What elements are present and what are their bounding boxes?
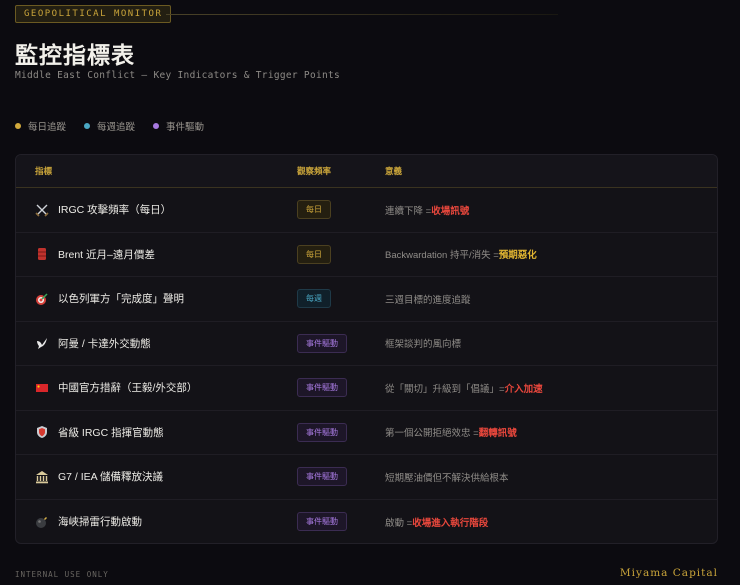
china-flag-icon <box>35 381 49 395</box>
dove-icon <box>35 336 49 350</box>
table-row: 省級 IRGC 指揮官動態 事件驅動 第一個公開拒絕效忠 =翻轉訊號 <box>16 411 717 455</box>
classical-building-icon <box>35 470 49 484</box>
frequency-badge: 每週 <box>297 289 331 309</box>
meaning-highlight: 介入加速 <box>504 383 543 395</box>
frequency-badge: 每日 <box>297 200 331 220</box>
indicator-name: 海峽掃雷行動啟動 <box>58 516 142 529</box>
indicator-name: G7 / IEA 儲備釋放決議 <box>58 471 164 484</box>
meaning-text: Backwardation 持平/消失 = <box>385 250 499 262</box>
legend-item: 每日追蹤 <box>15 119 66 133</box>
legend-item: 事件驅動 <box>153 119 204 133</box>
section-tag: GEOPOLITICAL MONITOR <box>15 5 172 23</box>
meaning-highlight: 收場訊號 <box>431 205 470 217</box>
page-title: 監控指標表 <box>15 42 135 68</box>
indicator-name: 阿曼 / 卡達外交動態 <box>58 337 151 350</box>
footer-note: INTERNAL USE ONLY <box>15 570 109 579</box>
legend-item: 每週追蹤 <box>84 119 135 133</box>
legend: 每日追蹤 每週追蹤 事件驅動 <box>15 119 204 133</box>
meaning-highlight: 預期惡化 <box>498 250 537 262</box>
indicator-name: 中國官方措辭（王毅/外交部） <box>58 382 198 395</box>
table-row: Brent 近月–遠月價差 每日 Backwardation 持平/消失 =預期… <box>16 233 717 277</box>
indicator-name: 以色列軍方「完成度」聲明 <box>58 293 184 306</box>
table-row: 海峽掃雷行動啟動 事件驅動 啟動 =收場進入執行階段 <box>16 500 717 544</box>
frequency-badge: 事件驅動 <box>297 422 347 442</box>
table-row: 阿曼 / 卡達外交動態 事件驅動 框架談判的風向標 <box>16 322 717 366</box>
frequency-badge: 事件驅動 <box>297 467 347 487</box>
legend-label: 事件驅動 <box>166 122 205 133</box>
crossed-swords-icon <box>35 203 49 217</box>
meaning-text: 框架談判的風向標 <box>385 339 462 351</box>
meaning-highlight: 收場進入執行階段 <box>412 517 489 529</box>
page-subtitle: Middle East Conflict — Key Indicators & … <box>15 70 341 81</box>
indicator-name: 省級 IRGC 指揮官動態 <box>58 426 164 439</box>
oil-drum-icon <box>35 247 49 261</box>
bomb-icon <box>35 515 49 529</box>
meaning-text: 從「關切」升級到「倡議」= <box>385 383 505 395</box>
divider <box>166 14 558 15</box>
column-header-indicator: 指標 <box>35 166 53 176</box>
legend-dot-icon <box>84 123 91 129</box>
meaning-text: 啟動 = <box>385 517 413 529</box>
meaning-text: 三週目標的進度追蹤 <box>385 294 471 306</box>
table-row: IRGC 攻擊頻率（每日） 每日 連續下降 =收場訊號 <box>16 188 717 233</box>
frequency-badge: 每日 <box>297 244 331 264</box>
frequency-badge: 事件驅動 <box>297 512 347 532</box>
table-header: 指標 觀察頻率 意義 <box>16 155 717 188</box>
frequency-badge: 事件驅動 <box>297 333 347 353</box>
meaning-text: 第一個公開拒絕效忠 = <box>385 428 479 440</box>
indicator-table: 指標 觀察頻率 意義 IRGC 攻擊頻率（每日） 每日 連續下降 =收場訊號 B… <box>15 154 718 544</box>
meaning-text: 短期壓油價但不解決供給根本 <box>385 472 509 484</box>
indicator-name: Brent 近月–遠月價差 <box>58 248 155 261</box>
table-row: 中國官方措辭（王毅/外交部） 事件驅動 從「關切」升級到「倡議」=介入加速 <box>16 366 717 411</box>
meaning-highlight: 翻轉訊號 <box>478 428 517 440</box>
column-header-frequency: 觀察頻率 <box>297 166 332 176</box>
table-row: G7 / IEA 儲備釋放決議 事件驅動 短期壓油價但不解決供給根本 <box>16 455 717 500</box>
indicator-name: IRGC 攻擊頻率（每日） <box>58 204 172 217</box>
shield-icon <box>35 425 49 439</box>
frequency-badge: 事件驅動 <box>297 378 347 398</box>
legend-label: 每日追蹤 <box>28 122 67 133</box>
brand-logo: Miyama Capital <box>619 567 718 579</box>
meaning-text: 連續下降 = <box>385 205 432 217</box>
legend-dot-icon <box>15 123 21 129</box>
legend-label: 每週追蹤 <box>97 122 136 133</box>
column-header-meaning: 意義 <box>385 166 403 176</box>
table-row: 以色列軍方「完成度」聲明 每週 三週目標的進度追蹤 <box>16 277 717 322</box>
legend-dot-icon <box>153 123 160 129</box>
target-icon <box>35 292 49 306</box>
